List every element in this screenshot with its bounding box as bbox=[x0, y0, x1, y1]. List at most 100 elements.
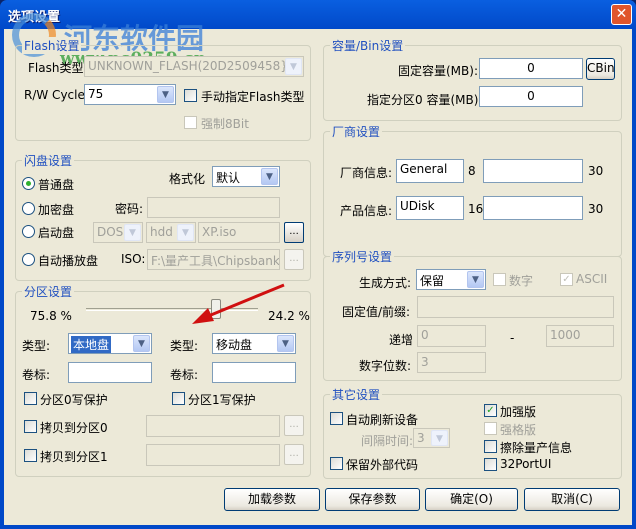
radio-label: 自动播放盘 bbox=[38, 254, 99, 268]
copy-to-partition0-browse-button[interactable]: ... bbox=[284, 415, 304, 436]
boot-iso-input[interactable]: XP.iso bbox=[198, 222, 280, 243]
close-button[interactable]: ✕ bbox=[611, 4, 632, 25]
prefix-input[interactable] bbox=[417, 296, 614, 318]
radio-encrypted-disk[interactable] bbox=[22, 202, 35, 215]
strict-format-checkbox[interactable] bbox=[484, 422, 497, 435]
vendor-settings-group: 厂商设置 bbox=[323, 123, 622, 257]
copy-to-partition0-checkbox[interactable] bbox=[24, 420, 37, 433]
chevron-down-icon: ▼ bbox=[431, 430, 448, 446]
interval-label: 间隔时间: bbox=[361, 434, 414, 448]
radio-normal-disk[interactable] bbox=[22, 177, 35, 190]
format-combo[interactable]: 默认 ▼ bbox=[212, 166, 280, 187]
flash-type-value: UNKNOWN_FLASH(20D2509458} bbox=[88, 59, 288, 73]
manual-flash-type-checkbox[interactable] bbox=[184, 89, 197, 102]
chevron-down-icon: ▼ bbox=[285, 58, 302, 75]
boot-device-combo[interactable]: hdd ▼ bbox=[146, 222, 196, 243]
interval-combo[interactable]: 3 ▼ bbox=[413, 428, 450, 448]
fixed-capacity-input[interactable]: 0 bbox=[479, 58, 583, 79]
product-info-length: 16 bbox=[468, 202, 484, 216]
digit-checkbox[interactable] bbox=[493, 273, 506, 286]
chevron-down-icon: ▼ bbox=[124, 224, 141, 241]
fixed-capacity-label: 固定容量(MB): bbox=[398, 64, 478, 78]
checkbox-label: 强格版 bbox=[500, 423, 537, 437]
password-label: 密码: bbox=[115, 202, 144, 216]
group-title: Flash设置 bbox=[22, 37, 82, 54]
product-info-input[interactable]: UDisk bbox=[396, 196, 464, 220]
chevron-down-icon: ▼ bbox=[177, 224, 194, 241]
flash-type-combo[interactable]: UNKNOWN_FLASH(20D2509458} ▼ bbox=[84, 56, 304, 77]
options-dialog: 选项设置 ✕ 河东软件园 www.pc0359.cn Flash设置 Flash… bbox=[0, 0, 636, 529]
generate-mode-value: 保留 bbox=[420, 274, 445, 288]
radio-label: 加密盘 bbox=[38, 203, 75, 217]
partition0-capacity-label: 指定分区0 容量(MB): bbox=[367, 93, 483, 107]
ascii-checkbox[interactable]: ✓ bbox=[560, 273, 573, 286]
rw-cycle-label: R/W Cycle: bbox=[24, 88, 89, 102]
copy-to-partition0-input[interactable] bbox=[146, 415, 280, 437]
prefix-label: 固定值/前缀: bbox=[342, 305, 411, 319]
group-title: 分区设置 bbox=[22, 283, 75, 300]
copy-to-partition1-input[interactable] bbox=[146, 444, 280, 466]
group-title: 闪盘设置 bbox=[22, 152, 75, 169]
checkbox-label: 拷贝到分区0 bbox=[40, 421, 108, 435]
checkbox-label: 32PortUI bbox=[500, 457, 552, 471]
generate-mode-combo[interactable]: 保留 ▼ bbox=[416, 269, 486, 290]
vendor-info-label: 厂商信息: bbox=[340, 166, 393, 180]
cbin-button[interactable]: CBin bbox=[586, 58, 615, 80]
partition0-type-combo[interactable]: 本地盘 ▼ bbox=[68, 333, 152, 354]
partition0-write-protect-checkbox[interactable] bbox=[24, 392, 37, 405]
boot-os-combo[interactable]: DOS ▼ bbox=[93, 222, 143, 243]
product-info-label: 产品信息: bbox=[340, 204, 393, 218]
group-title: 其它设置 bbox=[330, 386, 383, 403]
erase-info-checkbox[interactable] bbox=[484, 440, 497, 453]
ok-button[interactable]: 确定(O) bbox=[425, 488, 518, 511]
radio-boot-disk[interactable] bbox=[22, 225, 35, 238]
iso-label: ISO: bbox=[121, 252, 146, 266]
copy-to-partition1-browse-button[interactable]: ... bbox=[284, 444, 304, 465]
iso-browse-button[interactable]: ... bbox=[284, 249, 304, 270]
product-info-extra-input[interactable] bbox=[483, 196, 583, 220]
digit-count-label: 数字位数: bbox=[359, 359, 412, 373]
checkbox-label: 分区0写保护 bbox=[40, 393, 108, 407]
checkbox-label: 加强版 bbox=[500, 405, 537, 419]
partition1-label-input[interactable] bbox=[212, 362, 296, 383]
increment-to-input[interactable]: 1000 bbox=[546, 325, 614, 347]
group-title: 厂商设置 bbox=[330, 123, 383, 140]
keep-external-code-checkbox[interactable] bbox=[330, 457, 343, 470]
load-params-button[interactable]: 加载参数 bbox=[224, 488, 320, 511]
copy-to-partition1-checkbox[interactable] bbox=[24, 449, 37, 462]
password-input[interactable] bbox=[147, 197, 280, 218]
rw-cycle-combo[interactable]: 75 ▼ bbox=[84, 84, 176, 105]
checkbox-label: 数字 bbox=[509, 274, 534, 288]
iso-path-input[interactable]: F:\量产工具\Chipsbank\C bbox=[147, 249, 280, 270]
vendor-info-extra-input[interactable] bbox=[483, 159, 583, 183]
partition0-type-value: 本地盘 bbox=[71, 336, 112, 353]
partition0-label-input[interactable] bbox=[68, 362, 152, 383]
vendor-info-input[interactable]: General bbox=[396, 159, 464, 183]
enhanced-checkbox[interactable]: ✓ bbox=[484, 404, 497, 417]
partition1-write-protect-checkbox[interactable] bbox=[172, 392, 185, 405]
partition1-label-label: 卷标: bbox=[170, 368, 199, 382]
format-value: 默认 bbox=[216, 171, 241, 185]
boot-iso-browse-button[interactable]: ... bbox=[284, 222, 304, 243]
auto-refresh-checkbox[interactable] bbox=[330, 412, 343, 425]
increment-from-input[interactable]: 0 bbox=[417, 325, 486, 347]
checkbox-label: 拷贝到分区1 bbox=[40, 450, 108, 464]
partition1-type-value: 移动盘 bbox=[216, 338, 253, 352]
cancel-button[interactable]: 取消(C) bbox=[524, 488, 620, 511]
partition0-capacity-input[interactable]: 0 bbox=[479, 86, 583, 107]
digit-count-input[interactable]: 3 bbox=[417, 352, 486, 373]
force-8bit-checkbox[interactable] bbox=[184, 116, 197, 129]
partition1-type-combo[interactable]: 移动盘 ▼ bbox=[212, 333, 296, 354]
radio-autoplay-disk[interactable] bbox=[22, 253, 35, 266]
radio-label: 启动盘 bbox=[38, 226, 75, 240]
product-info-max: 30 bbox=[588, 202, 604, 216]
format-label: 格式化 bbox=[169, 172, 206, 186]
checkbox-label: 擦除量产信息 bbox=[500, 441, 573, 455]
group-title: 容量/Bin设置 bbox=[330, 37, 406, 54]
vendor-info-length: 8 bbox=[468, 164, 476, 178]
group-title: 序列号设置 bbox=[330, 248, 395, 265]
32port-ui-checkbox[interactable] bbox=[484, 458, 497, 471]
force-8bit-label: 强制8Bit bbox=[201, 117, 249, 131]
save-params-button[interactable]: 保存参数 bbox=[325, 488, 420, 511]
increment-label: 递增 bbox=[389, 333, 414, 347]
